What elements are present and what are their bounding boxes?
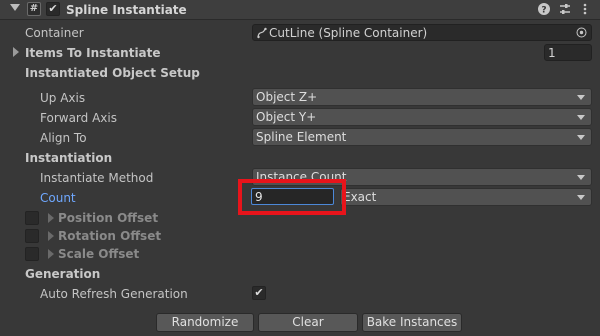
align-to-dropdown[interactable]: Spline Element [252,128,592,146]
forward-axis-dropdown[interactable]: Object Y+ [252,108,592,126]
spline-icon [257,26,269,39]
align-to-value: Spline Element [256,130,347,144]
randomize-button[interactable]: Randomize [156,313,254,332]
help-icon[interactable]: ? [537,2,551,16]
up-axis-value: Object Z+ [256,90,318,104]
instantiate-method-label: Instantiate Method [40,171,154,185]
forward-axis-value: Object Y+ [256,110,317,124]
scale-offset-checkbox[interactable] [25,247,39,261]
up-axis-dropdown[interactable]: Object Z+ [252,88,592,106]
position-offset-checkbox[interactable] [25,211,39,225]
object-picker-icon[interactable] [576,27,587,38]
generation-heading: Generation [25,267,101,281]
forward-axis-label: Forward Axis [40,111,117,125]
rotation-offset-checkbox[interactable] [25,229,39,243]
instantiation-heading: Instantiation [25,151,113,165]
scale-offset-foldout-arrow[interactable] [48,249,54,259]
svg-text:?: ? [541,6,546,16]
auto-refresh-label: Auto Refresh Generation [40,287,188,301]
items-foldout-arrow[interactable] [13,47,19,57]
component-enabled-checkbox[interactable]: ✔ [46,2,60,16]
presets-icon[interactable] [558,2,572,16]
container-label: Container [25,26,84,40]
chevron-down-icon [577,95,585,100]
rotation-offset-foldout-arrow[interactable] [48,231,54,241]
component-title: Spline Instantiate [66,3,187,17]
position-offset-label: Position Offset [58,211,159,225]
count-mode-dropdown[interactable]: Exact [340,188,592,206]
align-to-label: Align To [40,131,87,145]
script-icon: # [27,2,41,16]
auto-refresh-checkbox[interactable]: ✔ [252,286,266,300]
container-value: CutLine (Spline Container) [269,26,428,40]
clear-button[interactable]: Clear [258,313,358,332]
chevron-down-icon [577,195,585,200]
rotation-offset-label: Rotation Offset [58,229,162,243]
items-count-value: 1 [548,46,556,60]
bake-instances-button[interactable]: Bake Instances [362,313,462,332]
chevron-down-icon [577,115,585,120]
count-label: Count [40,191,76,205]
container-object-field[interactable]: CutLine (Spline Container) [252,24,592,41]
setup-heading: Instantiated Object Setup [25,66,200,80]
count-mode-value: Exact [343,190,377,204]
up-axis-label: Up Axis [40,91,86,105]
component-foldout-arrow[interactable] [10,4,20,11]
chevron-down-icon [577,135,585,140]
chevron-down-icon [577,175,585,180]
kebab-menu-icon[interactable] [578,2,592,16]
highlight-box [238,179,346,215]
position-offset-foldout-arrow[interactable] [48,213,54,223]
items-count-field[interactable]: 1 [544,44,592,61]
scale-offset-label: Scale Offset [58,247,140,261]
items-label[interactable]: Items To Instantiate [25,46,161,60]
